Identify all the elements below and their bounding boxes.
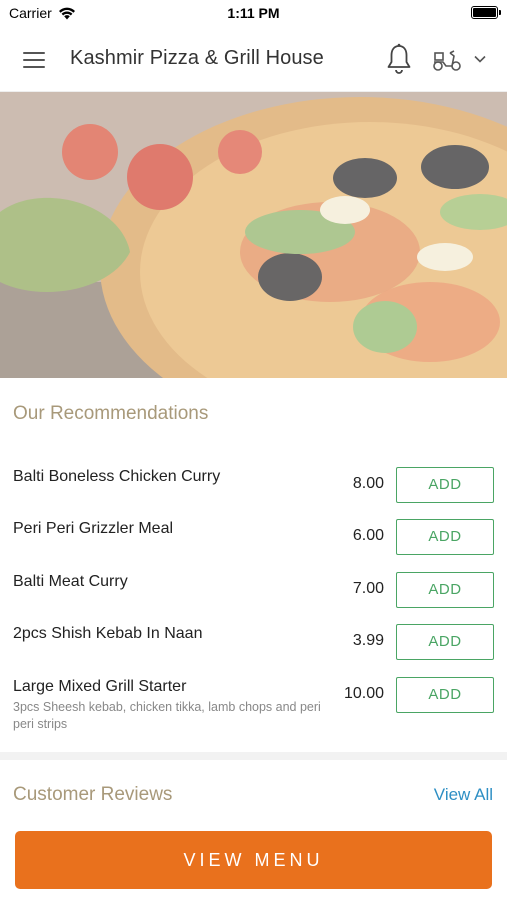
add-button[interactable]: ADD [396, 467, 494, 503]
status-time: 1:11 PM [227, 5, 280, 21]
add-button[interactable]: ADD [396, 677, 494, 713]
item-price: 7.00 [352, 580, 384, 597]
battery-icon [471, 6, 501, 19]
hero-pizza-image [0, 92, 507, 378]
item-name: Large Mixed Grill Starter [13, 678, 187, 695]
hamburger-menu-icon[interactable] [20, 46, 48, 74]
item-price: 10.00 [343, 685, 384, 702]
item-description: 3pcs Sheesh kebab, chicken tikka, lamb c… [13, 700, 321, 731]
chevron-down-icon[interactable] [471, 50, 489, 68]
reviews-heading: Customer Reviews [13, 784, 173, 805]
view-menu-button[interactable]: VIEW MENU [15, 831, 492, 889]
recommendations-heading: Our Recommendations [13, 403, 209, 424]
status-bar: Carrier 1:11 PM [0, 0, 507, 28]
item-price: 6.00 [352, 527, 384, 544]
item-name: Balti Meat Curry [13, 573, 128, 590]
add-button[interactable]: ADD [396, 624, 494, 660]
delivery-scooter-icon[interactable] [430, 44, 464, 74]
item-price: 3.99 [352, 632, 384, 649]
add-button[interactable]: ADD [396, 572, 494, 608]
restaurant-title: Kashmir Pizza & Grill House [70, 47, 324, 69]
item-price: 8.00 [352, 475, 384, 492]
view-all-reviews-link[interactable]: View All [434, 785, 493, 805]
item-name: 2pcs Shish Kebab In Naan [13, 625, 203, 642]
add-button[interactable]: ADD [396, 519, 494, 555]
item-name: Peri Peri Grizzler Meal [13, 520, 174, 537]
item-name: Balti Boneless Chicken Curry [13, 468, 221, 485]
notification-bell-icon[interactable] [384, 42, 414, 76]
app-header: Kashmir Pizza & Grill House [0, 28, 507, 92]
section-divider [0, 752, 507, 760]
